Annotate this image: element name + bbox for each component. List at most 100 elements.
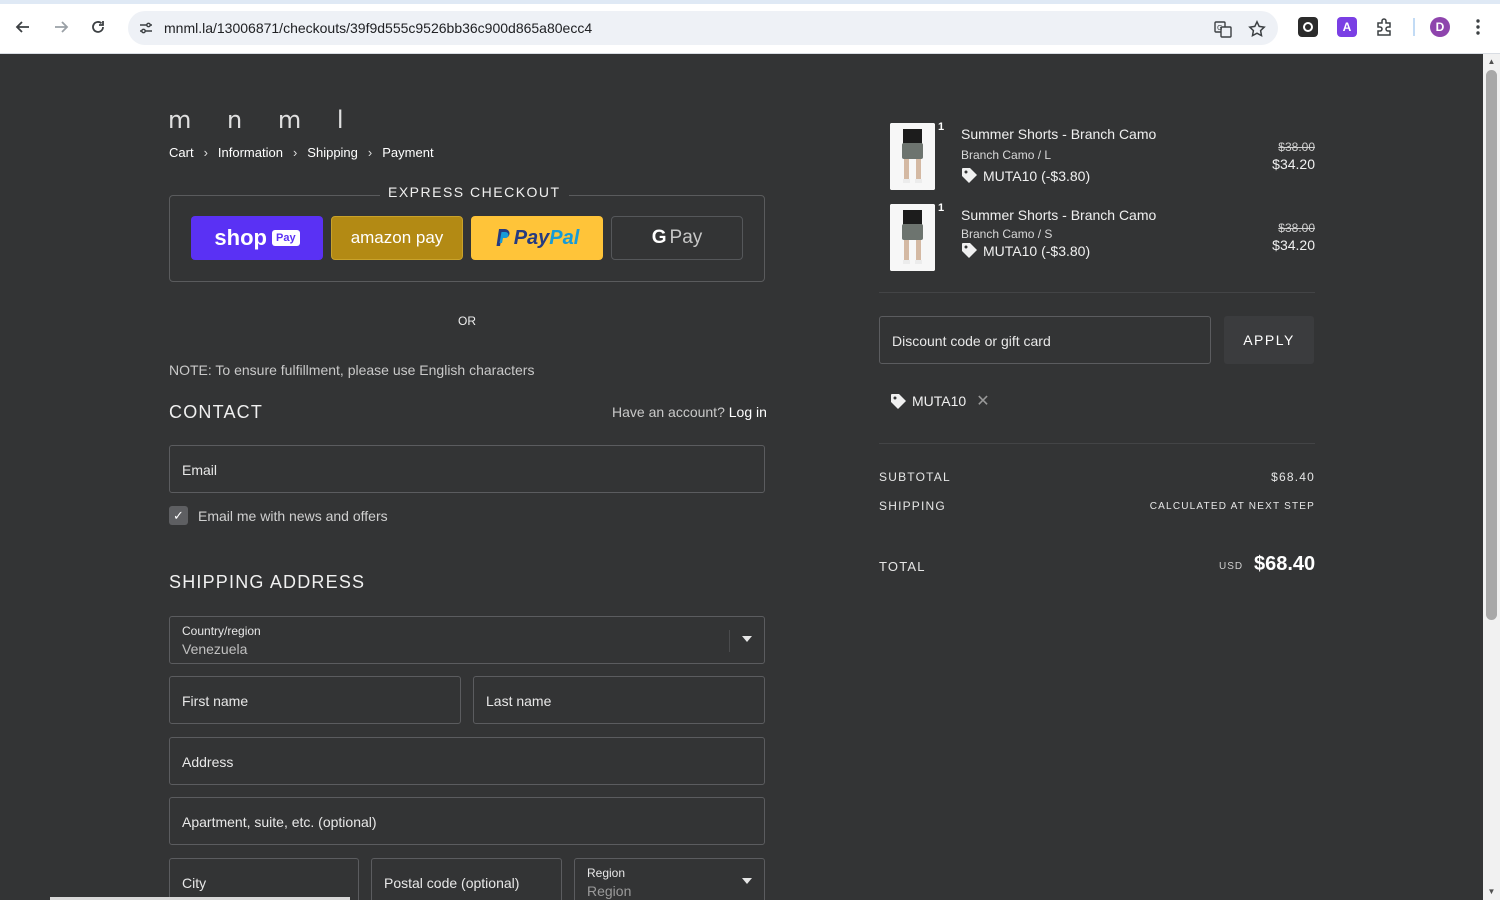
discount-tag-icon [891, 393, 906, 409]
have-account-label: Have an account? [612, 404, 725, 420]
cart-item: 1 Summer Shorts - Branch Camo Branch Cam… [890, 202, 1315, 272]
profile-avatar[interactable]: D [1430, 17, 1450, 37]
url-text[interactable]: mnml.la/13006871/checkouts/39f9d555c9526… [164, 20, 592, 36]
address-placeholder: Address [182, 754, 234, 770]
amazon-pay-wordmark: amazon pay [350, 228, 444, 247]
store-logo[interactable]: m n m l [168, 106, 358, 134]
last-name-placeholder: Last name [486, 693, 552, 709]
translate-icon[interactable]: G [1212, 18, 1234, 40]
site-settings-icon[interactable] [136, 18, 156, 38]
apply-button[interactable]: APPLY [1224, 316, 1314, 364]
product-title: Summer Shorts - Branch Camo [961, 126, 1157, 142]
email-placeholder: Email [182, 462, 218, 478]
subtotal-value: $68.40 [1271, 470, 1315, 484]
product-variant: Branch Camo / S [961, 227, 1053, 241]
shipping-address-heading: SHIPPING ADDRESS [169, 572, 366, 592]
paypal-pay-text: Pay [513, 226, 550, 249]
extension-github-icon[interactable] [1298, 17, 1318, 37]
region-value: Region [587, 883, 632, 899]
remove-discount-close-icon[interactable]: ✕ [976, 391, 989, 411]
bookmark-star-icon[interactable] [1246, 18, 1268, 40]
discount-tag-icon [962, 168, 977, 183]
region-select[interactable]: Region Region [574, 858, 765, 900]
apartment-placeholder: Apartment, suite, etc. (optional) [182, 814, 377, 830]
browser-toolbar: mnml.la/13006871/checkouts/39f9d555c9526… [0, 0, 1500, 54]
scrollbar-thumb[interactable] [1486, 70, 1497, 620]
newsletter-checkbox[interactable]: ✓ [169, 506, 188, 525]
breadcrumb-payment[interactable]: Payment [382, 145, 433, 160]
item-discount-text: MUTA10 (-$3.80) [983, 242, 1091, 259]
first-name-placeholder: First name [182, 693, 249, 709]
last-name-field[interactable]: Last name [473, 676, 765, 724]
extension-a-icon[interactable]: A [1337, 17, 1357, 37]
country-select[interactable]: Country/region Venezuela [169, 616, 765, 664]
subtotal-label: SUBTOTAL [879, 470, 951, 484]
summary-divider [879, 443, 1315, 444]
shop-pay-button[interactable]: shop Pay [191, 216, 323, 260]
menu-kebab-icon[interactable] [1465, 14, 1491, 40]
page-scrollbar[interactable]: ▲ ▼ [1483, 54, 1500, 900]
paypal-p-icon [496, 229, 510, 246]
shipping-value: CALCULATED AT NEXT STEP [1149, 501, 1315, 512]
total-currency: USD [1219, 561, 1244, 572]
forward-icon[interactable] [48, 14, 74, 40]
tab-strip-edge [0, 0, 1500, 4]
extensions-puzzle-icon[interactable] [1371, 14, 1397, 40]
summary-divider [879, 292, 1315, 293]
select-divider [729, 630, 730, 652]
country-label: Country/region [182, 624, 261, 638]
back-icon[interactable] [10, 14, 36, 40]
breadcrumb: Cart › Information › Shipping › Payment [169, 145, 434, 160]
item-discount-text: MUTA10 (-$3.80) [983, 167, 1091, 184]
newsletter-label[interactable]: Email me with news and offers [198, 508, 388, 524]
shop-pay-badge: Pay [271, 230, 300, 246]
paypal-button[interactable]: Pay Pal [471, 216, 603, 260]
quantity-badge: 1 [938, 121, 945, 133]
shop-pay-wordmark: shop [214, 225, 267, 250]
breadcrumb-information[interactable]: Information [218, 145, 283, 160]
applied-discount-chip: MUTA10 ✕ [890, 391, 990, 411]
original-price: $38.00 [1278, 221, 1315, 235]
paypal-pal-text: Pal [549, 226, 580, 249]
or-divider: OR [458, 314, 476, 328]
discount-code-input[interactable]: Discount code or gift card [879, 316, 1211, 364]
english-note: NOTE: To ensure fulfillment, please use … [169, 362, 535, 378]
scroll-down-arrow-icon[interactable]: ▼ [1486, 887, 1497, 897]
express-checkout-title: EXPRESS CHECKOUT [380, 184, 569, 200]
google-pay-button[interactable]: G Pay [611, 216, 743, 260]
chevron-down-icon [742, 878, 752, 884]
item-discount: MUTA10 (-$3.80) [961, 167, 1090, 184]
cart-item: 1 Summer Shorts - Branch Camo Branch Cam… [890, 121, 1315, 191]
total-label: TOTAL [879, 559, 926, 574]
region-label: Region [587, 866, 626, 880]
product-title: Summer Shorts - Branch Camo [961, 207, 1157, 223]
amazon-pay-button[interactable]: amazon pay [331, 216, 463, 260]
chevron-down-icon [742, 636, 752, 642]
discounted-price: $34.20 [1272, 156, 1315, 172]
first-name-field[interactable]: First name [169, 676, 461, 724]
product-variant: Branch Camo / L [961, 148, 1052, 162]
address-field[interactable]: Address [169, 737, 765, 785]
chevron-right-icon: › [292, 145, 298, 160]
scroll-up-arrow-icon[interactable]: ▲ [1486, 57, 1497, 67]
breadcrumb-shipping[interactable]: Shipping [307, 145, 358, 160]
discounted-price: $34.20 [1272, 237, 1315, 253]
chevron-right-icon: › [367, 145, 373, 160]
address-bar[interactable]: mnml.la/13006871/checkouts/39f9d555c9526… [128, 11, 1278, 45]
discount-tag-icon [962, 243, 977, 258]
toolbar-divider [1413, 18, 1415, 36]
reload-icon[interactable] [85, 14, 111, 40]
breadcrumb-cart[interactable]: Cart [169, 145, 194, 160]
apartment-field[interactable]: Apartment, suite, etc. (optional) [169, 797, 765, 845]
login-link[interactable]: Log in [729, 404, 767, 420]
google-pay-text: Pay [669, 227, 703, 248]
email-field[interactable]: Email [169, 445, 765, 493]
product-thumbnail [890, 123, 935, 190]
postal-code-field[interactable]: Postal code (optional) [371, 858, 562, 900]
city-field[interactable]: City [169, 858, 359, 900]
country-value: Venezuela [182, 641, 248, 657]
google-g-icon: G [651, 227, 667, 248]
have-account-text: Have an account? Log in [612, 404, 767, 420]
item-discount: MUTA10 (-$3.80) [961, 242, 1090, 259]
applied-code-text: MUTA10 [912, 393, 967, 409]
